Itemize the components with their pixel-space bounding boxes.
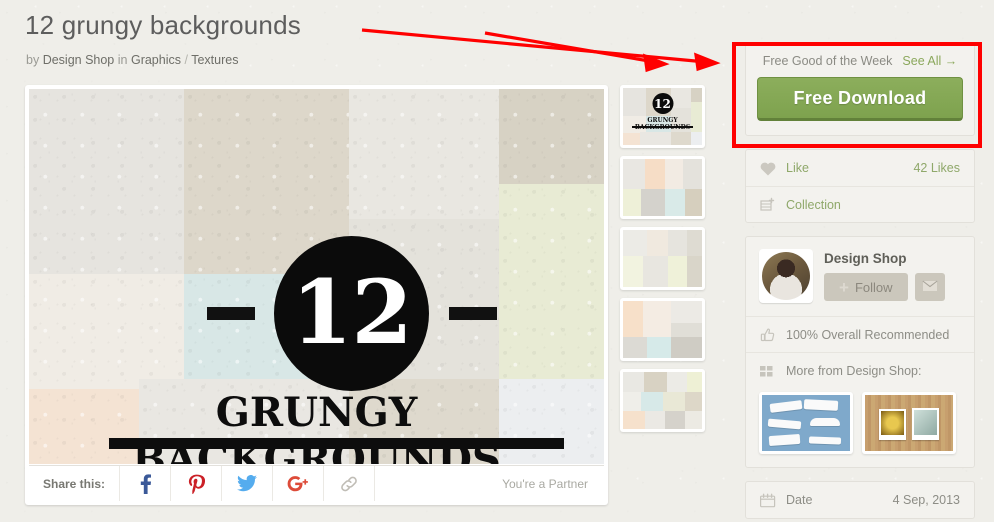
envelope-icon [921,279,938,295]
calendar-icon [760,493,786,508]
free-download-button[interactable]: Free Download [757,77,963,121]
link-icon [341,476,357,491]
more-thumb-photos[interactable] [862,392,956,454]
facebook-icon [140,473,151,494]
avatar[interactable] [759,249,813,303]
author-panel: Design Shop + Follow 100% Overall Recomm… [745,236,975,468]
like-label: Like [786,161,809,175]
pinterest-share-button[interactable] [171,466,223,501]
share-label: Share this: [29,466,121,501]
actions-panel: Like 42 Likes Collection [745,149,975,223]
dash-left [207,307,255,320]
link-share-button[interactable] [324,466,376,501]
more-from-label: More from Design Shop: [786,363,922,378]
preview-heading: GRUNGY BACKGROUNDS [132,389,501,464]
byline-category-link[interactable]: Graphics [131,53,181,67]
thumbnail-4[interactable] [620,298,705,361]
author-name[interactable]: Design Shop [824,251,945,266]
collection-row[interactable]: Collection [746,186,974,222]
badge-circle: 12 [274,236,429,391]
recommended-row: 100% Overall Recommended [746,316,974,352]
annotation-arrow-2-head [643,53,670,73]
share-bar: Share this: You're a Partner [29,465,604,501]
free-good-row: Free Good of the Week See All → [746,43,974,77]
thumbnail-3[interactable] [620,227,705,290]
annotation-arrow-1-head [694,52,721,72]
more-thumb-ribbons[interactable] [759,392,853,454]
more-from-row: More from Design Shop: [746,352,974,388]
googleplus-icon [287,475,308,491]
follow-label: Follow [854,279,893,295]
page-title: 12 grungy backgrounds [25,10,301,40]
preview-rule [109,438,564,449]
date-row: Date 4 Sep, 2013 [746,482,974,518]
preview-card: 12 GRUNGY BACKGROUNDS Share this: You're… [25,85,608,505]
thumbnail-badge: 12 [652,93,673,114]
see-all-link[interactable]: See All → [902,54,957,68]
collection-icon [760,197,786,212]
thumbnail-2[interactable] [620,156,705,219]
free-good-panel: Free Good of the Week See All → Free Dow… [745,42,975,136]
byline-subcategory-link[interactable]: Textures [191,53,238,67]
date-label: Date [786,493,813,507]
pinterest-icon [188,474,205,494]
like-count: 42 Likes [913,161,960,175]
thumbs-up-icon [760,327,786,343]
thumbnail-heading: GRUNGY BACKGROUNDS [635,117,690,131]
byline-by: by [26,53,40,67]
grid-icon [760,364,786,378]
follow-button[interactable]: + Follow [824,273,908,301]
byline-author-link[interactable]: Design Shop [43,53,115,67]
preview-image[interactable]: 12 GRUNGY BACKGROUNDS [29,89,604,464]
facebook-share-button[interactable] [120,466,172,501]
free-good-label: Free Good of the Week [762,54,893,68]
twitter-icon [237,475,258,492]
date-value: 4 Sep, 2013 [892,493,960,507]
thumbnail-5[interactable] [620,369,705,432]
avatar-photo [762,252,810,300]
sidebar: Free Good of the Week See All → Free Dow… [745,42,975,522]
more-thumbs [746,388,974,467]
meta-panel: Date 4 Sep, 2013 [745,481,975,519]
collection-label: Collection [786,197,841,212]
like-row[interactable]: Like 42 Likes [746,150,974,186]
breadcrumb: by Design Shop in Graphics / Textures [26,53,238,67]
byline-separator: / [184,53,188,67]
twitter-share-button[interactable] [222,466,274,501]
thumbnail-rail: 12 GRUNGY BACKGROUNDS [620,85,705,440]
googleplus-share-button[interactable] [273,466,325,501]
badge-number: 12 [291,259,412,364]
annotation-arrow-1-line [361,28,707,64]
byline-in: in [117,53,128,67]
plus-icon: + [839,277,849,297]
dash-right [449,307,497,320]
partner-note: You're a Partner [502,476,588,491]
heart-icon [760,161,786,176]
author-header: Design Shop + Follow [746,237,974,316]
thumbnail-1[interactable]: 12 GRUNGY BACKGROUNDS [620,85,705,148]
message-button[interactable] [914,273,945,301]
annotation-arrow-2-line [484,31,656,64]
thumbnail-rule [632,126,693,128]
recommended-label: 100% Overall Recommended [786,327,950,342]
